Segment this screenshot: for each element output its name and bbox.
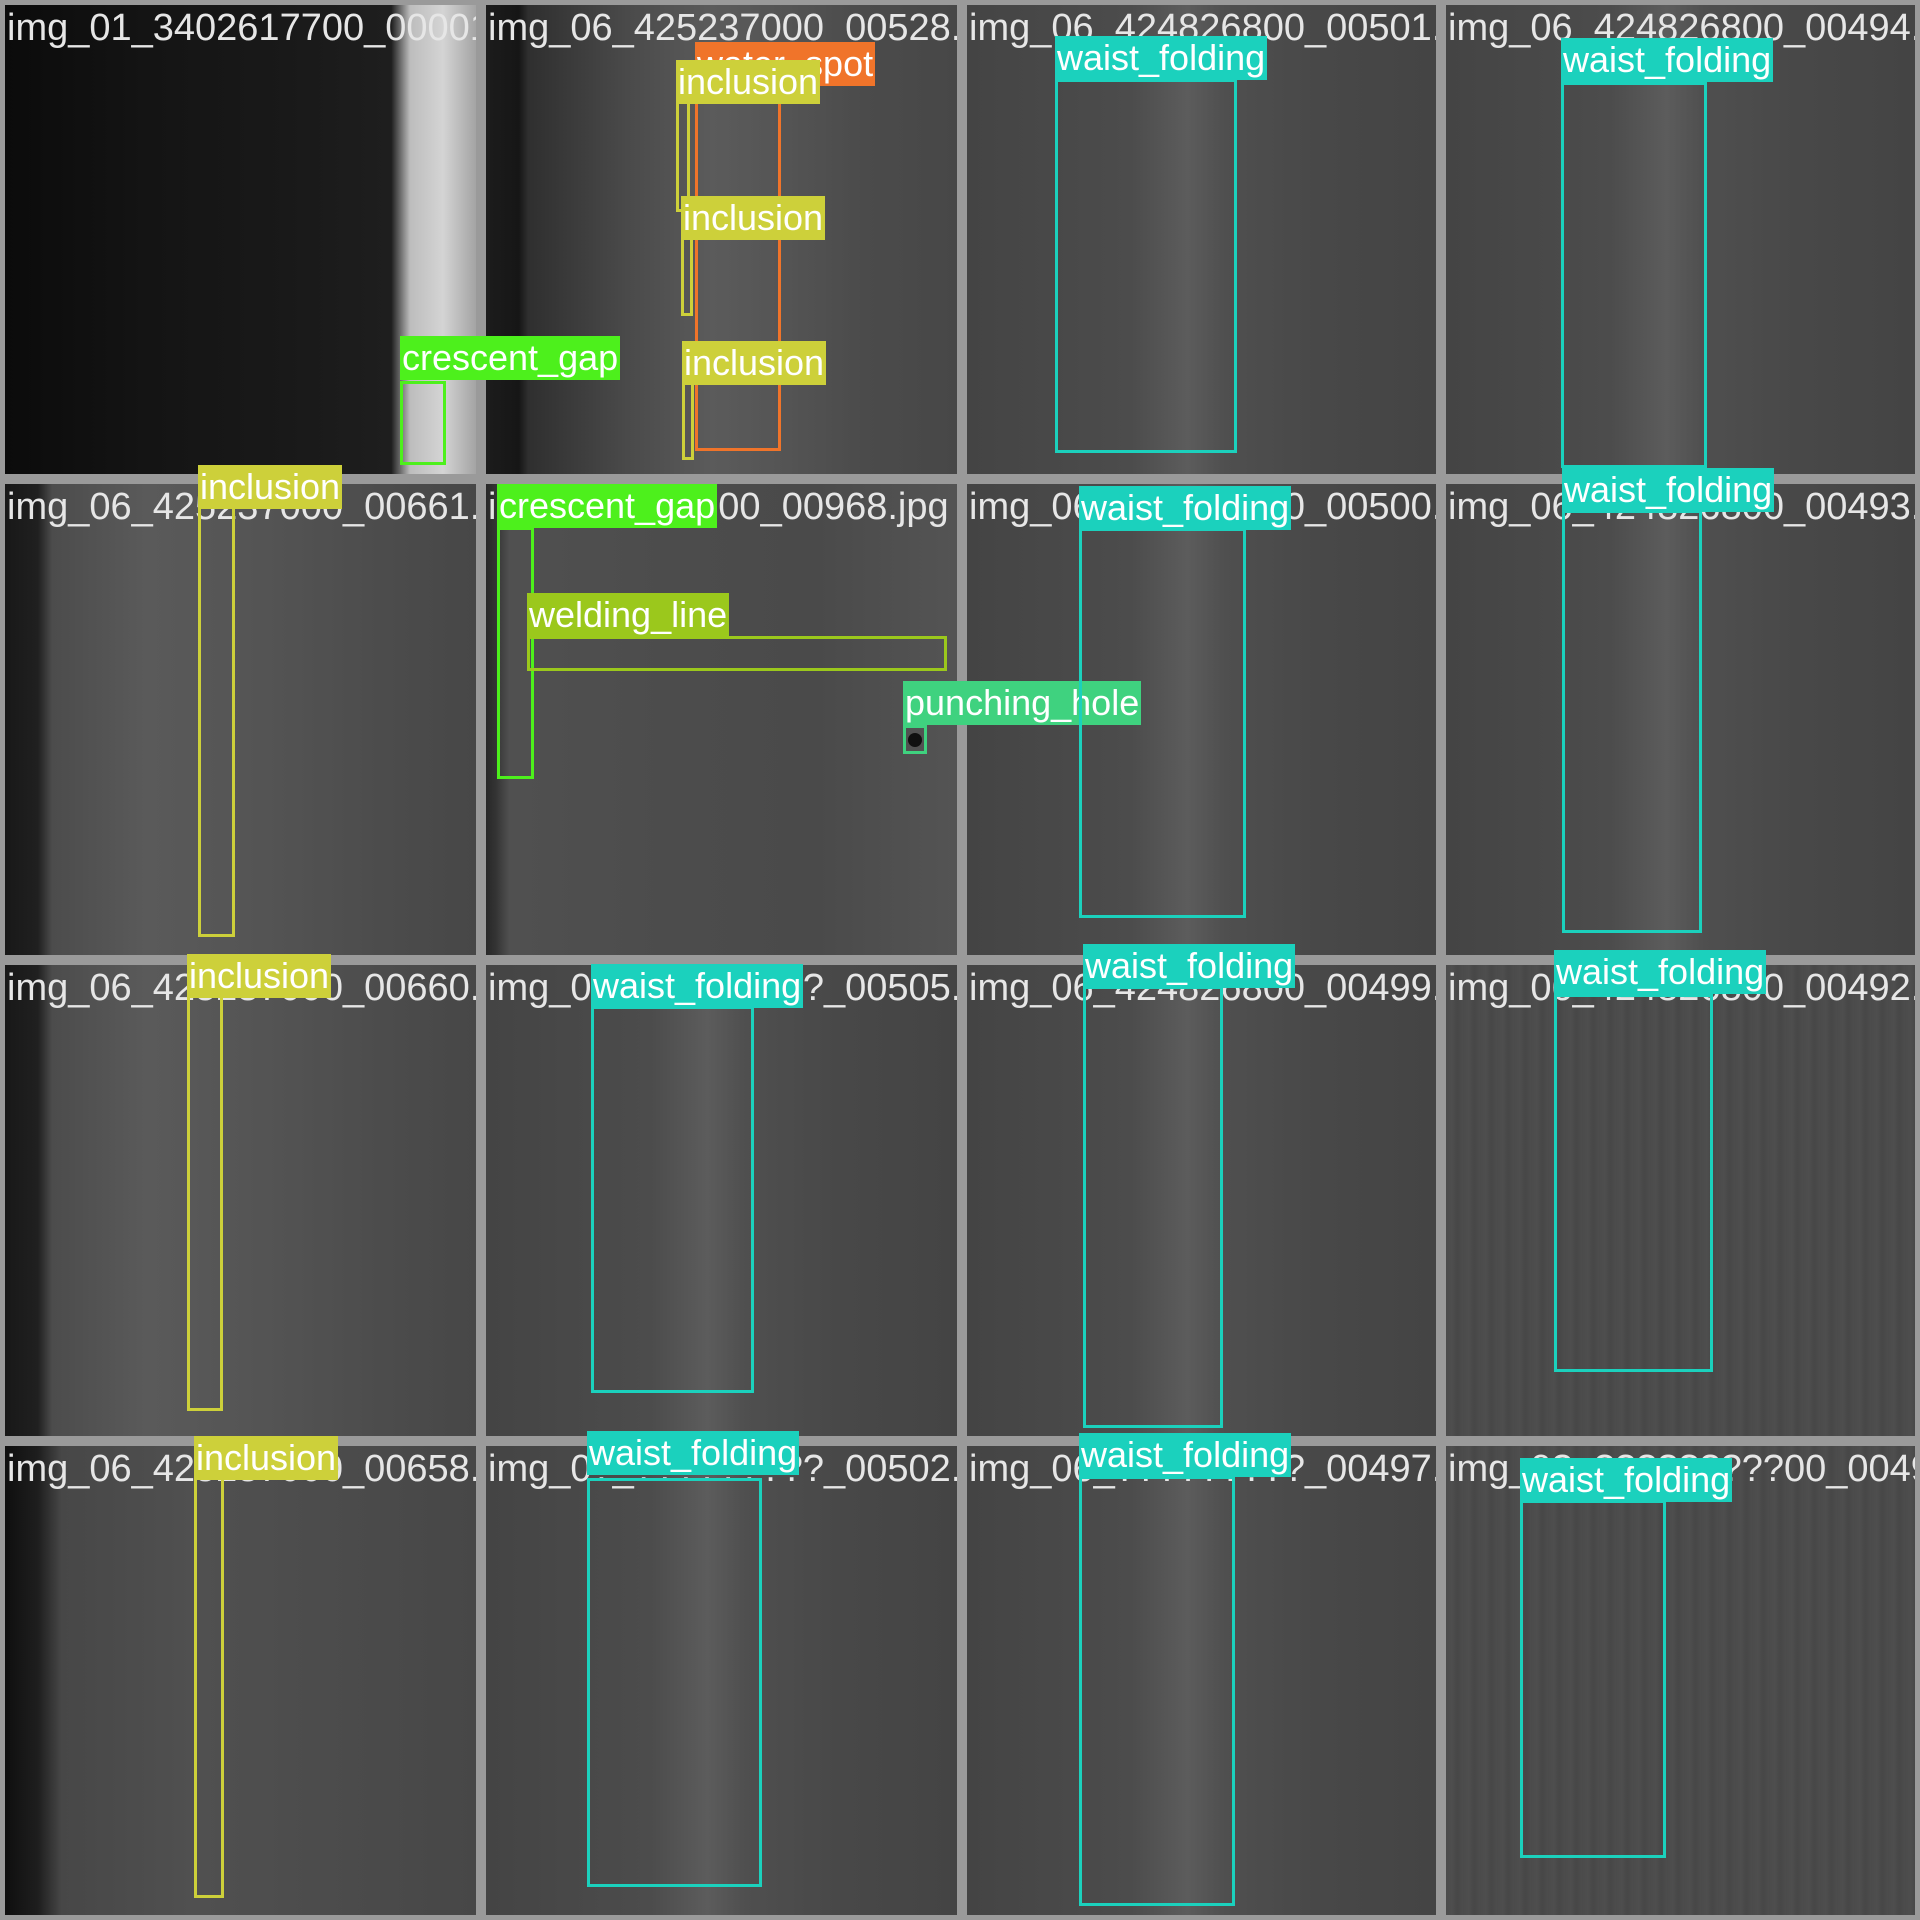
detection-label: crescent_gap [497,484,718,528]
detection-label: inclusion [676,60,821,104]
bounding-box [587,1478,762,1887]
bounding-box [1079,1476,1235,1906]
bounding-box [682,380,694,460]
bounding-box [1520,1500,1666,1858]
detection-label: crescent_gap [400,336,621,380]
detection-label: waist_folding [587,1431,800,1475]
detection-label: inclusion [198,465,343,509]
bounding-box [187,992,223,1411]
detection-label: inclusion [194,1436,339,1480]
bounding-box [198,503,235,937]
detection-label: waist_folding [591,964,804,1008]
bounding-box [681,236,693,316]
detection-label: waist_folding [1562,468,1775,512]
detection-label: waist_folding [1520,1458,1733,1502]
bounding-box [1079,528,1246,918]
bounding-box [676,98,690,212]
detection-label: waist_folding [1055,36,1268,80]
detection-label: inclusion [187,954,332,998]
bounding-box [400,381,446,465]
detection-label: welding_line [527,593,730,637]
bounding-box [194,1473,224,1898]
detection-label: waist_folding [1079,486,1292,530]
bounding-box [1554,994,1713,1372]
bounding-box [527,636,947,671]
punching-hole-mark [908,733,922,747]
bounding-box [695,94,781,451]
detection-label: waist_folding [1561,38,1774,82]
bounding-box [1055,79,1237,453]
bounding-box [1561,82,1707,468]
detection-label: waist_folding [1079,1433,1292,1477]
bounding-box [1562,510,1702,933]
detection-label: waist_folding [1554,950,1767,994]
detection-label: inclusion [682,341,827,385]
detection-overlay: crescent_gap water_spot inclusion inclus… [0,0,1920,1920]
bounding-box [591,1006,754,1393]
bounding-box [1083,986,1223,1428]
detection-label: inclusion [681,196,826,240]
detection-label: waist_folding [1083,944,1296,988]
